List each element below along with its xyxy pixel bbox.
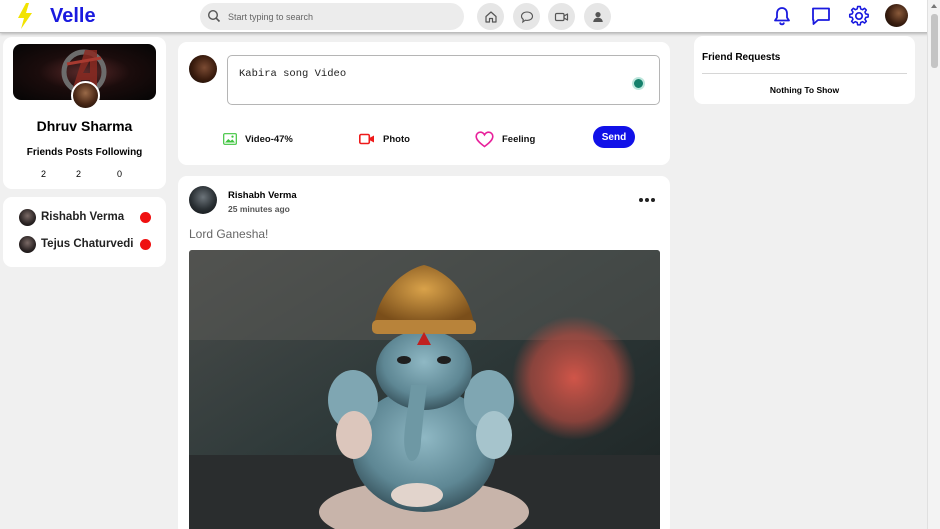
image-icon	[223, 133, 237, 145]
friends-count: 2	[41, 169, 47, 179]
feeling-button[interactable]: Feeling	[475, 130, 535, 148]
photo-button[interactable]: Photo	[359, 130, 410, 148]
online-friends-card: Rishabh Verma Tejus Chaturvedi	[3, 197, 166, 267]
nav-video-button[interactable]	[548, 3, 575, 30]
scroll-up-arrow-icon[interactable]	[931, 4, 937, 8]
more-options-icon[interactable]	[636, 193, 658, 207]
heart-icon	[475, 130, 494, 147]
search-bar[interactable]	[200, 3, 464, 30]
bell-icon[interactable]	[771, 5, 793, 27]
friend-avatar	[19, 236, 36, 253]
video-upload-button[interactable]: Video-47%	[223, 130, 293, 148]
profile-card: Dhruv Sharma Friends Posts Following 2 2…	[3, 37, 166, 189]
page-scrollbar[interactable]	[927, 0, 940, 529]
friend-requests-empty: Nothing To Show	[769, 85, 840, 95]
account-avatar[interactable]	[885, 4, 908, 27]
composer-avatar	[189, 55, 217, 83]
status-dot	[140, 239, 151, 250]
friend-item[interactable]: Rishabh Verma	[19, 209, 154, 227]
friend-name: Rishabh Verma	[41, 211, 125, 223]
friend-item[interactable]: Tejus Chaturvedi	[19, 236, 154, 254]
post-author-avatar[interactable]	[189, 186, 217, 214]
following-count: 0	[117, 169, 123, 179]
user-icon	[592, 11, 603, 22]
post-caption: Lord Ganesha!	[189, 227, 269, 241]
chat-bubble-icon	[520, 10, 533, 23]
friend-avatar	[19, 209, 36, 226]
post-image[interactable]	[189, 250, 660, 529]
gear-icon[interactable]	[848, 5, 870, 27]
posts-count: 2	[76, 169, 82, 179]
divider	[702, 73, 907, 74]
profile-name[interactable]: Dhruv Sharma	[3, 118, 166, 134]
friend-requests-card: Friend Requests Nothing To Show	[694, 36, 915, 104]
nav-profile-button[interactable]	[584, 3, 611, 30]
feeling-label: Feeling	[502, 133, 536, 145]
message-square-icon[interactable]	[810, 5, 832, 27]
post-author-name[interactable]: Rishabh Verma	[228, 190, 297, 201]
home-icon	[484, 10, 497, 23]
photo-label: Photo	[383, 133, 410, 145]
send-button[interactable]: Send	[593, 126, 635, 148]
top-navbar: Velle	[0, 0, 940, 33]
video-upload-label: Video-47%	[245, 133, 293, 145]
friend-requests-title: Friend Requests	[702, 52, 781, 63]
search-input[interactable]	[228, 8, 448, 25]
search-icon	[207, 9, 221, 23]
status-dot	[140, 212, 151, 223]
nav-chat-button[interactable]	[513, 3, 540, 30]
friend-name: Tejus Chaturvedi	[41, 238, 134, 250]
post-composer: Kabira song Video Video-47% Photo Feelin…	[178, 42, 670, 165]
post-timestamp: 25 minutes ago	[228, 204, 290, 214]
post-text-area[interactable]: Kabira song Video	[227, 55, 660, 105]
post-text-value: Kabira song Video	[239, 68, 347, 80]
post-card: Rishabh Verma 25 minutes ago Lord Ganesh…	[178, 176, 670, 529]
brand-name[interactable]: Velle	[50, 5, 96, 28]
profile-stats-label: Friends Posts Following	[26, 147, 143, 158]
video-camera-icon	[359, 133, 374, 145]
lightning-logo-icon[interactable]	[14, 2, 36, 30]
grammar-check-icon[interactable]	[632, 77, 645, 90]
scrollbar-thumb[interactable]	[931, 14, 938, 68]
video-camera-icon	[554, 12, 569, 21]
nav-home-button[interactable]	[477, 3, 504, 30]
profile-avatar[interactable]	[71, 81, 100, 110]
